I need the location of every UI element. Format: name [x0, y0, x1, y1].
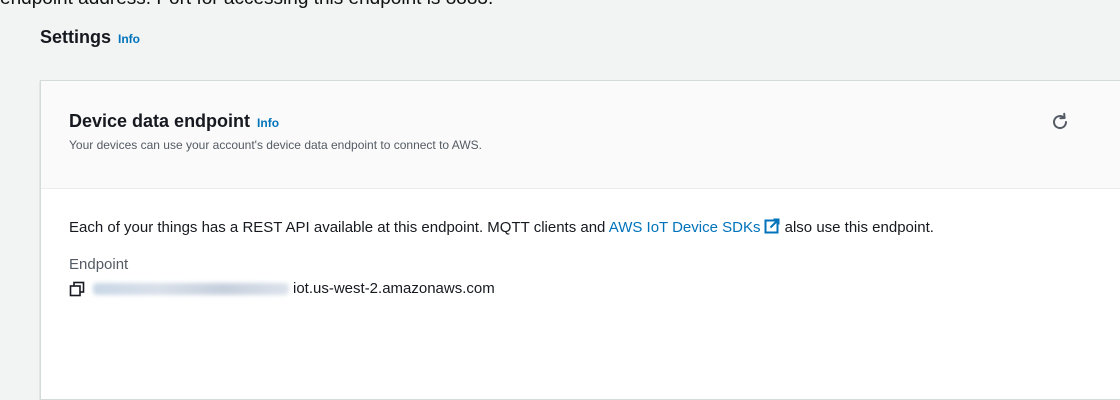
endpoint-explanation: Each of your things has a REST API avail…	[69, 215, 1069, 242]
panel-description: Your devices can use your account's devi…	[69, 138, 482, 152]
panel-info-link[interactable]: Info	[257, 116, 279, 130]
panel-body: Each of your things has a REST API avail…	[41, 189, 1120, 297]
copy-icon	[69, 281, 85, 296]
panel-header: Device data endpoint Info Your devices c…	[41, 81, 1120, 189]
settings-info-link[interactable]: Info	[118, 32, 140, 46]
panel-title: Device data endpoint	[69, 111, 251, 131]
explanation-text-end: also use this endpoint.	[780, 219, 934, 236]
endpoint-value: iot.us-west-2.amazonaws.com	[293, 280, 495, 297]
external-link-icon	[764, 217, 780, 242]
page-intro-text: endpoint address. Port for accessing thi…	[0, 0, 1120, 12]
device-data-endpoint-panel: Device data endpoint Info Your devices c…	[40, 80, 1120, 400]
copy-endpoint-button[interactable]	[69, 281, 85, 297]
settings-header: Settings Info	[40, 27, 140, 48]
settings-title: Settings	[40, 27, 112, 47]
sdk-link-label: AWS IoT Device SDKs	[608, 219, 761, 236]
explanation-text-start: Each of your things has a REST API avail…	[69, 219, 609, 236]
refresh-icon	[1053, 112, 1068, 130]
endpoint-label: Endpoint	[69, 256, 129, 273]
endpoint-row: iot.us-west-2.amazonaws.com	[69, 280, 1093, 297]
refresh-button[interactable]	[1049, 111, 1071, 133]
aws-iot-device-sdks-link[interactable]: AWS IoT Device SDKs	[608, 218, 781, 236]
redacted-endpoint-prefix	[93, 282, 289, 295]
panel-title-row: Device data endpoint Info	[69, 111, 1093, 132]
